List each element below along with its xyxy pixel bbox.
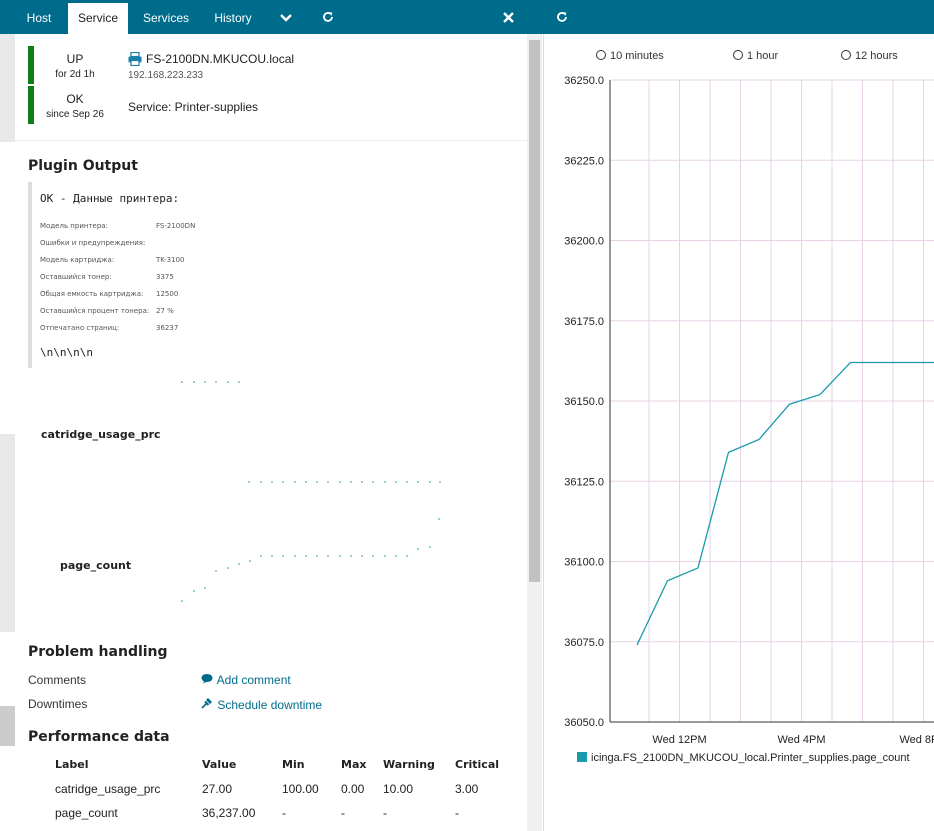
perf-col-min: Min: [282, 758, 305, 771]
y-tick-label: 36050.0: [564, 717, 604, 729]
tab-services[interactable]: Services: [136, 3, 196, 34]
perf-cell: -: [341, 806, 345, 820]
perf-cell: -: [383, 806, 387, 820]
x-tick-label: Wed 4PM: [777, 734, 825, 746]
perf-cell: catridge_usage_prc: [55, 782, 161, 796]
catridge-sparkline: [181, 381, 240, 383]
problem-handling-heading: Problem handling: [28, 644, 168, 660]
plug-icon: [201, 698, 212, 709]
left-gutter: [0, 706, 15, 746]
schedule-downtime-link[interactable]: Schedule downtime: [200, 697, 322, 712]
scrollbar-thumb[interactable]: [529, 40, 540, 582]
perf-cell: -: [282, 806, 286, 820]
perf-cell: page_count: [55, 806, 118, 820]
perf-col-value: Value: [202, 758, 237, 771]
top-tab-bar: Host Service Services History: [0, 0, 934, 34]
catridge-sparkline-label: catridge_usage_prc: [41, 428, 161, 441]
perf-col-max: Max: [341, 758, 367, 771]
graph-pane: 10 minutes 1 hour 12 hours 36250.0 36225.…: [543, 34, 934, 831]
sparkline-area: [181, 381, 441, 602]
y-tick-label: 36200.0: [564, 236, 604, 248]
page-count-sparkline: [181, 481, 441, 602]
performance-data-heading: Performance data: [28, 729, 170, 745]
refresh-icon[interactable]: [318, 0, 338, 34]
page-count-chart: 36250.0 36225.0 36200.0 36175.0 36150.0 36125…: [564, 75, 934, 746]
refresh-icon[interactable]: [552, 0, 572, 34]
perf-cell: 36,237.00: [202, 806, 256, 820]
comments-label: Comments: [28, 673, 87, 687]
y-tick-label: 36100.0: [564, 557, 604, 569]
tab-history[interactable]: History: [204, 3, 262, 34]
y-tick-label: 36250.0: [564, 75, 604, 87]
schedule-downtime-label: Schedule downtime: [217, 698, 323, 712]
x-tick-label: Wed 8PM: [899, 734, 934, 746]
perf-cell: -: [455, 806, 459, 820]
add-comment-label: Add comment: [216, 673, 291, 687]
perf-cell: 100.00: [282, 782, 319, 796]
legend-label: icinga.FS_2100DN_MKUCOU_local.Printer_su…: [591, 752, 910, 764]
tab-host[interactable]: Host: [14, 3, 64, 34]
perf-col-warning: Warning: [383, 758, 435, 771]
add-comment-link[interactable]: Add comment: [200, 673, 291, 687]
perf-cell: 3.00: [455, 782, 479, 796]
page-count-sparkline-label: page_count: [60, 559, 132, 572]
legend-swatch: [577, 752, 587, 762]
y-tick-label: 36125.0: [564, 476, 604, 488]
downtimes-label: Downtimes: [28, 697, 88, 711]
y-tick-label: 36175.0: [564, 316, 604, 328]
y-tick-label: 36225.0: [564, 155, 604, 167]
series-line: [636, 361, 934, 646]
perf-cell: 10.00: [383, 782, 414, 796]
perf-col-critical: Critical: [455, 758, 500, 771]
chart-legend: icinga.FS_2100DN_MKUCOU_local.Printer_su…: [577, 752, 910, 764]
perf-cell: 0.00: [341, 782, 365, 796]
comment-icon: [201, 674, 213, 684]
y-tick-label: 36075.0: [564, 637, 604, 649]
service-detail-pane: UP for 2d 1h FS-2100DN.MKUCOU.local 192.…: [0, 34, 542, 831]
perf-cell: 27.00: [202, 782, 233, 796]
y-tick-label: 36150.0: [564, 396, 604, 408]
x-tick-label: Wed 12PM: [652, 734, 706, 746]
perf-col-label: Label: [55, 758, 89, 771]
close-icon[interactable]: [498, 0, 518, 34]
tab-service[interactable]: Service: [68, 3, 128, 34]
chevron-down-icon[interactable]: [276, 0, 296, 34]
